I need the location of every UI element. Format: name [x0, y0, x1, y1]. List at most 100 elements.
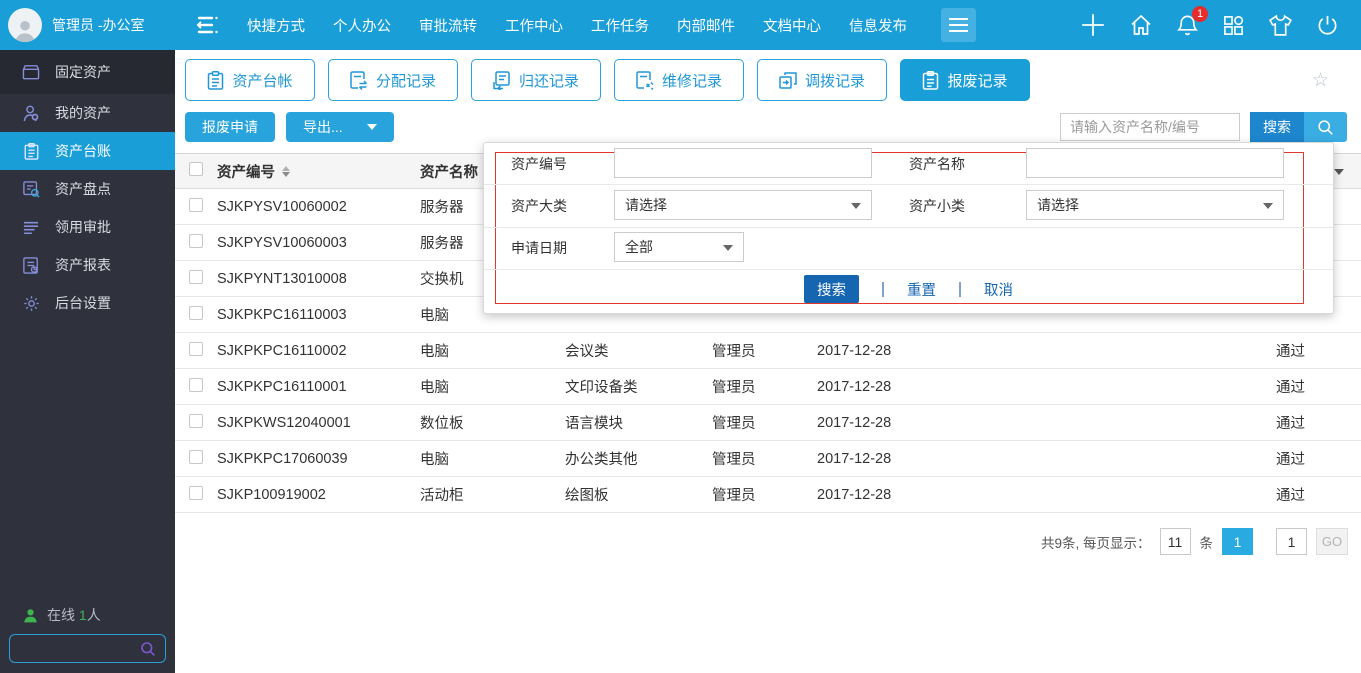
- panel-major-select[interactable]: 请选择: [614, 190, 872, 220]
- tab-transfer-records[interactable]: 调拨记录: [757, 59, 887, 101]
- row-checkbox[interactable]: [189, 342, 203, 356]
- chevron-down-icon: [1263, 203, 1273, 209]
- sidebar-item-settings[interactable]: 后台设置: [0, 284, 175, 322]
- search-icon[interactable]: [140, 641, 156, 657]
- report-icon: [22, 257, 40, 274]
- row-checkbox[interactable]: [189, 486, 203, 500]
- topbar-nav-item[interactable]: 快捷方式: [247, 15, 305, 36]
- row-checkbox[interactable]: [189, 306, 203, 320]
- sidebar-item-fixed-assets[interactable]: 固定资产: [0, 50, 175, 94]
- notifications-bell-icon[interactable]: 1: [1176, 13, 1199, 37]
- panel-date-select[interactable]: 全部: [614, 232, 744, 262]
- page-size-input[interactable]: [1160, 528, 1191, 555]
- panel-code-input[interactable]: [614, 148, 872, 178]
- search-icon: [1304, 112, 1347, 142]
- panel-cancel-button[interactable]: 取消: [984, 279, 1013, 300]
- tab-asset-ledger[interactable]: 资产台帐: [185, 59, 315, 101]
- sidebar-item-label: 资产盘点: [55, 179, 111, 199]
- select-all-checkbox[interactable]: [189, 162, 203, 176]
- cell-asset-name: 活动柜: [420, 484, 565, 505]
- toolbar: 报废申请 导出... 搜索: [175, 101, 1361, 142]
- row-checkbox[interactable]: [189, 270, 203, 284]
- tab-label: 归还记录: [519, 70, 579, 91]
- column-settings-caret-icon[interactable]: [1334, 169, 1344, 175]
- cell-asset-code: SJKP100919002: [217, 487, 420, 503]
- repair-doc-icon: [636, 71, 654, 90]
- panel-date-label: 申请日期: [511, 238, 567, 258]
- panel-reset-button[interactable]: 重置: [907, 279, 936, 300]
- cell-category: 文印设备类: [565, 376, 712, 397]
- pagination: 共9条, 每页显示： 条 1 GO: [175, 528, 1361, 555]
- row-checkbox[interactable]: [189, 450, 203, 464]
- scrap-apply-button[interactable]: 报废申请: [185, 112, 275, 142]
- cell-person: 管理员: [712, 340, 817, 361]
- pagination-unit: 条: [1200, 532, 1214, 552]
- panel-search-button[interactable]: 搜索: [804, 275, 859, 303]
- topbar-nav-item[interactable]: 工作中心: [505, 15, 563, 36]
- hamburger-menu-icon[interactable]: [941, 8, 976, 42]
- current-page-button[interactable]: 1: [1222, 528, 1253, 555]
- row-checkbox[interactable]: [189, 234, 203, 248]
- column-header-name: 资产名称: [420, 161, 478, 182]
- cell-asset-name: 电脑: [420, 376, 565, 397]
- home-icon[interactable]: [1129, 13, 1153, 37]
- topbar-nav-item[interactable]: 审批流转: [419, 15, 477, 36]
- panel-major-label: 资产大类: [511, 196, 567, 216]
- sort-icon[interactable]: [282, 166, 290, 177]
- goto-page-input[interactable]: [1276, 528, 1307, 555]
- panel-name-label: 资产名称: [909, 154, 965, 174]
- export-button[interactable]: 导出...: [286, 112, 394, 142]
- ledger-icon: [207, 71, 224, 90]
- cell-person: 管理员: [712, 448, 817, 469]
- row-checkbox[interactable]: [189, 198, 203, 212]
- user-profile[interactable]: 管理员 -办公室: [0, 8, 175, 42]
- tab-repair-records[interactable]: 维修记录: [614, 59, 744, 101]
- avatar[interactable]: [8, 8, 42, 42]
- topbar-nav-item[interactable]: 工作任务: [591, 15, 649, 36]
- tab-allocation-records[interactable]: 分配记录: [328, 59, 458, 101]
- row-checkbox[interactable]: [189, 414, 203, 428]
- panel-minor-select[interactable]: 请选择: [1026, 190, 1284, 220]
- notification-badge: 1: [1192, 6, 1208, 22]
- select-value: 全部: [625, 237, 653, 257]
- search-button[interactable]: 搜索: [1250, 112, 1347, 142]
- favorite-star-icon[interactable]: ☆: [1312, 71, 1329, 90]
- go-button[interactable]: GO: [1316, 528, 1348, 555]
- user-icon: [22, 105, 40, 122]
- sidebar-item-asset-inventory[interactable]: 资产盘点: [0, 170, 175, 208]
- topbar-nav-item[interactable]: 文档中心: [763, 15, 821, 36]
- tab-label: 调拨记录: [805, 70, 865, 91]
- cell-status: 通过: [1205, 376, 1305, 397]
- topbar-nav-item[interactable]: 信息发布: [849, 15, 907, 36]
- sidebar-item-my-assets[interactable]: 我的资产: [0, 94, 175, 132]
- scrap-clipboard-icon: [922, 71, 939, 90]
- cell-status: 通过: [1205, 412, 1305, 433]
- sidebar-item-asset-reports[interactable]: 资产报表: [0, 246, 175, 284]
- user-name: 管理员 -办公室: [52, 15, 145, 35]
- cell-asset-code: SJKPKPC16110002: [217, 343, 420, 359]
- tab-scrap-records[interactable]: 报废记录: [900, 59, 1030, 101]
- asset-search-input[interactable]: [1060, 113, 1240, 141]
- cell-asset-name: 电脑: [420, 448, 565, 469]
- collapse-menu-icon[interactable]: [195, 13, 221, 37]
- sidebar-item-approval[interactable]: 领用审批: [0, 208, 175, 246]
- transfer-icon: [779, 71, 797, 90]
- apps-grid-icon[interactable]: [1222, 14, 1245, 37]
- sidebar-item-asset-ledger[interactable]: 资产台账: [0, 132, 175, 170]
- panel-name-input[interactable]: [1026, 148, 1284, 178]
- sidebar-search-input[interactable]: [19, 641, 140, 656]
- panel-code-label: 资产编号: [511, 154, 567, 174]
- topbar-nav-item[interactable]: 内部邮件: [677, 15, 735, 36]
- table-row: SJKPKPC16110002 电脑 会议类 管理员 2017-12-28 通过: [175, 333, 1361, 369]
- tab-return-records[interactable]: 归还记录: [471, 59, 601, 101]
- allocate-doc-icon: [350, 71, 368, 90]
- cell-person: 管理员: [712, 376, 817, 397]
- add-icon[interactable]: [1080, 12, 1106, 38]
- topbar-nav-item[interactable]: 个人办公: [333, 15, 391, 36]
- cell-date: 2017-12-28: [817, 487, 1037, 503]
- row-checkbox[interactable]: [189, 378, 203, 392]
- cell-date: 2017-12-28: [817, 451, 1037, 467]
- sidebar-footer: 在线 1人: [0, 605, 175, 663]
- power-icon[interactable]: [1316, 14, 1339, 37]
- theme-shirt-icon[interactable]: [1268, 14, 1293, 37]
